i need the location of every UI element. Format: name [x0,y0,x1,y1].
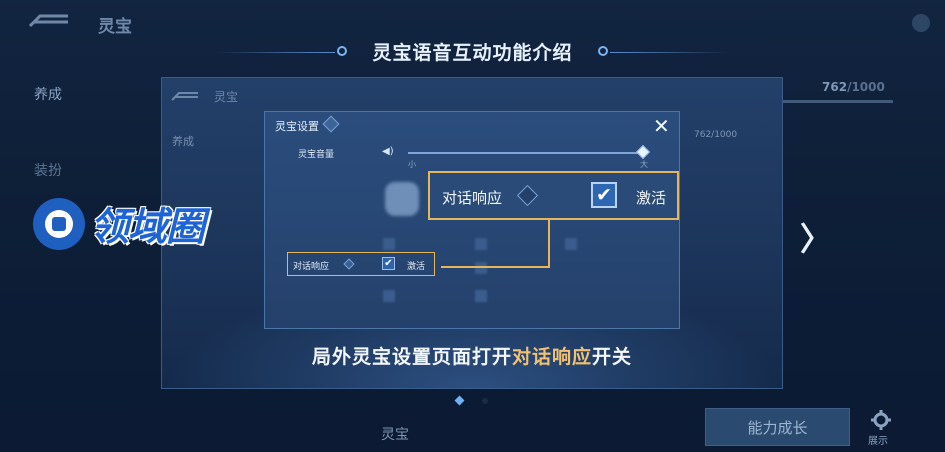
callout-checkbox[interactable]: ✔ [591,182,617,208]
inner-back-icon [171,92,198,101]
settings-dialog: 灵宝设置 ✕ 灵宝音量 ◀) 小 大 对话响应 ✔ 激活 [264,111,680,329]
heading-line-right [610,52,730,53]
small-option-checkbox[interactable]: ✔ [382,257,395,270]
callout-state: 激活 [636,189,667,207]
volume-slider-handle[interactable] [635,144,651,160]
heading-dot-right [598,46,608,56]
callout-connector-vertical [548,220,550,268]
callout-label: 对话响应 [442,189,503,207]
sidebar-item-cultivate[interactable]: 养成 [34,84,62,104]
blurred-checkbox [475,262,487,274]
blurred-checkbox [475,238,487,250]
small-option-state: 激活 [407,262,426,272]
background-progress-bar [783,100,893,103]
blurred-checkbox [383,290,395,302]
background-title: 灵宝 [98,17,132,37]
page-heading: 灵宝语音互动功能介绍 [372,42,573,64]
inner-sidebar-item: 养成 [172,135,194,148]
bottom-label: 灵宝 [381,427,409,443]
volume-min-label: 小 [408,160,416,169]
help-icon[interactable] [322,115,340,133]
caption: 局外灵宝设置页面打开对话响应开关 [311,346,633,368]
watermark-logo-core [52,217,66,231]
volume-label: 灵宝音量 [298,150,335,160]
pet-avatar [385,182,419,216]
gear-icon[interactable] [870,409,892,431]
blurred-checkbox [383,238,395,250]
volume-slider-track[interactable] [408,152,644,154]
background-progress: 762/1000 [822,80,885,94]
watermark-text: 领域圈 [90,205,205,250]
gear-label: 展示 [868,436,888,447]
callout-connector-horizontal [441,266,550,268]
blurred-checkbox [565,238,577,250]
sidebar-item-dress[interactable]: 装扮 [34,160,62,180]
small-option-label: 对话响应 [293,262,330,272]
dialog-title: 灵宝设置 [275,120,319,133]
inner-progress: 762/1000 [694,130,738,140]
pagination-dot[interactable] [482,398,488,404]
inner-title: 灵宝 [214,90,239,104]
next-arrow-icon[interactable]: 〉 [800,214,832,260]
blurred-checkbox [475,290,487,302]
corner-icon[interactable] [912,14,930,32]
close-icon[interactable]: ✕ [653,114,670,138]
volume-max-label: 大 [640,160,648,169]
speaker-icon: ◀) [382,146,394,157]
growth-button[interactable]: 能力成长 [705,408,850,446]
back-arrow-icon[interactable] [28,12,70,30]
